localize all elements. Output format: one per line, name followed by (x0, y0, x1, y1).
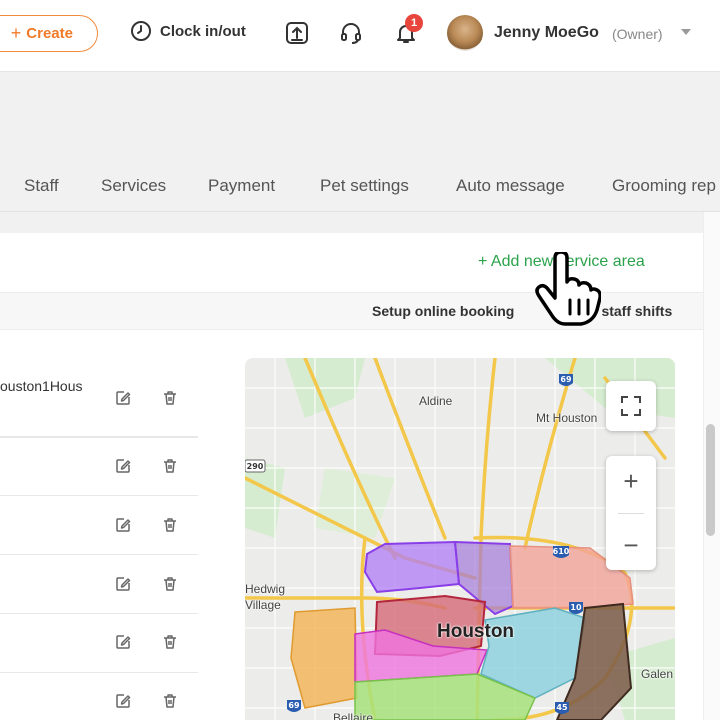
fullscreen-button[interactable] (606, 381, 656, 431)
create-button[interactable]: + Create (0, 15, 98, 52)
delete-icon[interactable] (161, 389, 179, 407)
tab-auto-message[interactable]: Auto message (456, 176, 565, 196)
tab-pet-settings[interactable]: Pet settings (320, 176, 409, 196)
map-label-aldine: Aldine (419, 394, 453, 408)
edit-icon[interactable] (114, 633, 132, 651)
clock-label: Clock in/out (160, 22, 246, 40)
fullscreen-icon (621, 396, 641, 416)
delete-icon[interactable] (161, 457, 179, 475)
edit-icon[interactable] (114, 575, 132, 593)
edit-icon[interactable] (114, 457, 132, 475)
interstate-610-shield: 610 (553, 547, 570, 556)
zoom-divider (618, 513, 644, 514)
table-row[interactable]: ouston1Hous (0, 378, 198, 437)
interstate-69-shield: 69 (560, 375, 572, 384)
delete-icon[interactable] (161, 633, 179, 651)
user-role: (Owner) (612, 26, 663, 42)
upload-icon[interactable] (284, 20, 310, 46)
service-area-name: ouston1Hous (0, 378, 83, 394)
map-label-bellaire: Bellaire (333, 711, 374, 720)
delete-icon[interactable] (161, 516, 179, 534)
tab-grooming-report[interactable]: Grooming rep (612, 176, 716, 196)
delete-icon[interactable] (161, 575, 179, 593)
create-label: Create (26, 25, 73, 42)
plus-icon: + (10, 23, 22, 43)
zoom-out-button[interactable]: − (606, 520, 656, 570)
zoom-control: + − (606, 456, 656, 570)
top-bar: + Create Clock in/out 1 Jenny MoeGo (Own… (0, 0, 720, 72)
map-label-mt-houston: Mt Houston (536, 411, 598, 425)
avatar[interactable] (447, 15, 483, 51)
clock-in-out-button[interactable]: Clock in/out (130, 20, 246, 42)
interstate-69-shield-south: 69 (288, 701, 300, 710)
clock-icon (131, 21, 151, 41)
interstate-45-shield: 45 (556, 703, 568, 712)
notification-badge: 1 (405, 14, 423, 32)
map-label-houston: Houston (437, 621, 515, 642)
interstate-10-shield: 10 (570, 603, 582, 612)
headset-icon[interactable] (338, 20, 364, 46)
map-label-galena: Galen (641, 667, 674, 681)
delete-icon[interactable] (161, 692, 179, 710)
map-label-village: Village (245, 598, 281, 612)
staff-shifts-link[interactable]: p staff shifts (589, 303, 672, 319)
settings-tabs: Staff Services Payment Pet settings Auto… (0, 160, 720, 212)
hand-pointer-icon (535, 252, 601, 326)
map-label-hedwig: Hedwig (245, 582, 286, 596)
page-scrollbar-thumb[interactable] (706, 424, 715, 536)
zoom-in-button[interactable]: + (606, 456, 656, 506)
edit-icon[interactable] (114, 389, 132, 407)
chevron-down-icon[interactable] (681, 29, 691, 35)
user-name[interactable]: Jenny MoeGo (494, 24, 599, 42)
highway-290-shield: 290 (247, 462, 264, 471)
edit-icon[interactable] (114, 692, 132, 710)
tab-services[interactable]: Services (101, 176, 166, 196)
edit-icon[interactable] (114, 516, 132, 534)
tab-staff[interactable]: Staff (24, 176, 59, 196)
tab-payment[interactable]: Payment (208, 176, 275, 196)
setup-online-booking-link[interactable]: Setup online booking (372, 303, 514, 319)
